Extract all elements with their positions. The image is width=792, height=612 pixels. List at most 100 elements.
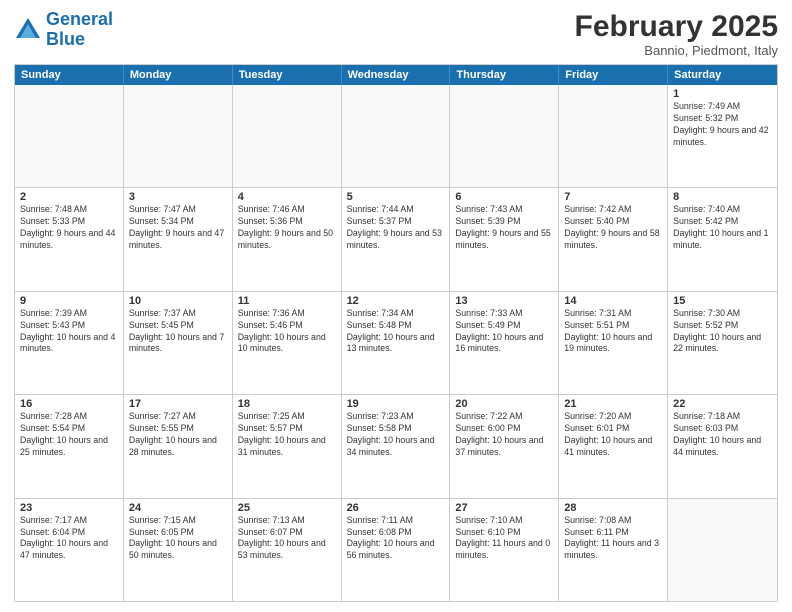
day-info: Sunrise: 7:11 AM Sunset: 6:08 PM Dayligh…	[347, 515, 445, 563]
logo: General Blue	[14, 10, 113, 50]
page: General Blue February 2025 Bannio, Piedm…	[0, 0, 792, 612]
day-cell-10: 10Sunrise: 7:37 AM Sunset: 5:45 PM Dayli…	[124, 292, 233, 394]
day-info: Sunrise: 7:36 AM Sunset: 5:46 PM Dayligh…	[238, 308, 336, 356]
day-number: 5	[347, 191, 445, 203]
header-day-wednesday: Wednesday	[342, 65, 451, 85]
day-cell-21: 21Sunrise: 7:20 AM Sunset: 6:01 PM Dayli…	[559, 395, 668, 497]
day-number: 6	[455, 191, 553, 203]
day-info: Sunrise: 7:33 AM Sunset: 5:49 PM Dayligh…	[455, 308, 553, 356]
day-cell-26: 26Sunrise: 7:11 AM Sunset: 6:08 PM Dayli…	[342, 499, 451, 601]
day-info: Sunrise: 7:23 AM Sunset: 5:58 PM Dayligh…	[347, 411, 445, 459]
calendar-week-4: 16Sunrise: 7:28 AM Sunset: 5:54 PM Dayli…	[15, 395, 777, 498]
day-cell-19: 19Sunrise: 7:23 AM Sunset: 5:58 PM Dayli…	[342, 395, 451, 497]
day-info: Sunrise: 7:37 AM Sunset: 5:45 PM Dayligh…	[129, 308, 227, 356]
day-cell-11: 11Sunrise: 7:36 AM Sunset: 5:46 PM Dayli…	[233, 292, 342, 394]
calendar-header: SundayMondayTuesdayWednesdayThursdayFrid…	[15, 65, 777, 85]
day-info: Sunrise: 7:44 AM Sunset: 5:37 PM Dayligh…	[347, 204, 445, 252]
day-info: Sunrise: 7:15 AM Sunset: 6:05 PM Dayligh…	[129, 515, 227, 563]
day-cell-13: 13Sunrise: 7:33 AM Sunset: 5:49 PM Dayli…	[450, 292, 559, 394]
day-info: Sunrise: 7:10 AM Sunset: 6:10 PM Dayligh…	[455, 515, 553, 563]
day-info: Sunrise: 7:27 AM Sunset: 5:55 PM Dayligh…	[129, 411, 227, 459]
day-number: 7	[564, 191, 662, 203]
day-cell-3: 3Sunrise: 7:47 AM Sunset: 5:34 PM Daylig…	[124, 188, 233, 290]
header: General Blue February 2025 Bannio, Piedm…	[14, 10, 778, 58]
empty-cell	[559, 85, 668, 187]
header-day-monday: Monday	[124, 65, 233, 85]
day-number: 25	[238, 502, 336, 514]
day-info: Sunrise: 7:40 AM Sunset: 5:42 PM Dayligh…	[673, 204, 772, 252]
day-cell-24: 24Sunrise: 7:15 AM Sunset: 6:05 PM Dayli…	[124, 499, 233, 601]
day-cell-28: 28Sunrise: 7:08 AM Sunset: 6:11 PM Dayli…	[559, 499, 668, 601]
empty-cell	[15, 85, 124, 187]
title-block: February 2025 Bannio, Piedmont, Italy	[575, 10, 778, 58]
header-day-sunday: Sunday	[15, 65, 124, 85]
day-info: Sunrise: 7:42 AM Sunset: 5:40 PM Dayligh…	[564, 204, 662, 252]
day-cell-6: 6Sunrise: 7:43 AM Sunset: 5:39 PM Daylig…	[450, 188, 559, 290]
header-day-thursday: Thursday	[450, 65, 559, 85]
day-cell-1: 1Sunrise: 7:49 AM Sunset: 5:32 PM Daylig…	[668, 85, 777, 187]
day-info: Sunrise: 7:39 AM Sunset: 5:43 PM Dayligh…	[20, 308, 118, 356]
day-info: Sunrise: 7:25 AM Sunset: 5:57 PM Dayligh…	[238, 411, 336, 459]
day-cell-17: 17Sunrise: 7:27 AM Sunset: 5:55 PM Dayli…	[124, 395, 233, 497]
day-info: Sunrise: 7:28 AM Sunset: 5:54 PM Dayligh…	[20, 411, 118, 459]
day-number: 23	[20, 502, 118, 514]
empty-cell	[342, 85, 451, 187]
day-number: 8	[673, 191, 772, 203]
day-info: Sunrise: 7:13 AM Sunset: 6:07 PM Dayligh…	[238, 515, 336, 563]
day-info: Sunrise: 7:17 AM Sunset: 6:04 PM Dayligh…	[20, 515, 118, 563]
day-cell-7: 7Sunrise: 7:42 AM Sunset: 5:40 PM Daylig…	[559, 188, 668, 290]
header-day-saturday: Saturday	[668, 65, 777, 85]
day-number: 18	[238, 398, 336, 410]
day-cell-14: 14Sunrise: 7:31 AM Sunset: 5:51 PM Dayli…	[559, 292, 668, 394]
day-number: 9	[20, 295, 118, 307]
day-cell-12: 12Sunrise: 7:34 AM Sunset: 5:48 PM Dayli…	[342, 292, 451, 394]
calendar: SundayMondayTuesdayWednesdayThursdayFrid…	[14, 64, 778, 602]
day-cell-9: 9Sunrise: 7:39 AM Sunset: 5:43 PM Daylig…	[15, 292, 124, 394]
day-number: 3	[129, 191, 227, 203]
location-subtitle: Bannio, Piedmont, Italy	[575, 43, 778, 58]
day-info: Sunrise: 7:49 AM Sunset: 5:32 PM Dayligh…	[673, 101, 772, 149]
day-cell-5: 5Sunrise: 7:44 AM Sunset: 5:37 PM Daylig…	[342, 188, 451, 290]
day-number: 19	[347, 398, 445, 410]
calendar-week-2: 2Sunrise: 7:48 AM Sunset: 5:33 PM Daylig…	[15, 188, 777, 291]
day-cell-2: 2Sunrise: 7:48 AM Sunset: 5:33 PM Daylig…	[15, 188, 124, 290]
day-info: Sunrise: 7:08 AM Sunset: 6:11 PM Dayligh…	[564, 515, 662, 563]
day-number: 27	[455, 502, 553, 514]
calendar-body: 1Sunrise: 7:49 AM Sunset: 5:32 PM Daylig…	[15, 85, 777, 601]
day-number: 22	[673, 398, 772, 410]
day-cell-4: 4Sunrise: 7:46 AM Sunset: 5:36 PM Daylig…	[233, 188, 342, 290]
day-cell-23: 23Sunrise: 7:17 AM Sunset: 6:04 PM Dayli…	[15, 499, 124, 601]
day-cell-18: 18Sunrise: 7:25 AM Sunset: 5:57 PM Dayli…	[233, 395, 342, 497]
day-number: 11	[238, 295, 336, 307]
logo-text: General Blue	[46, 10, 113, 50]
logo-general: General	[46, 9, 113, 29]
day-number: 10	[129, 295, 227, 307]
empty-cell	[233, 85, 342, 187]
day-number: 12	[347, 295, 445, 307]
empty-cell	[124, 85, 233, 187]
day-info: Sunrise: 7:34 AM Sunset: 5:48 PM Dayligh…	[347, 308, 445, 356]
day-number: 4	[238, 191, 336, 203]
calendar-week-1: 1Sunrise: 7:49 AM Sunset: 5:32 PM Daylig…	[15, 85, 777, 188]
header-day-friday: Friday	[559, 65, 668, 85]
calendar-week-5: 23Sunrise: 7:17 AM Sunset: 6:04 PM Dayli…	[15, 499, 777, 601]
day-info: Sunrise: 7:48 AM Sunset: 5:33 PM Dayligh…	[20, 204, 118, 252]
day-cell-22: 22Sunrise: 7:18 AM Sunset: 6:03 PM Dayli…	[668, 395, 777, 497]
day-info: Sunrise: 7:47 AM Sunset: 5:34 PM Dayligh…	[129, 204, 227, 252]
day-info: Sunrise: 7:18 AM Sunset: 6:03 PM Dayligh…	[673, 411, 772, 459]
day-info: Sunrise: 7:43 AM Sunset: 5:39 PM Dayligh…	[455, 204, 553, 252]
day-cell-27: 27Sunrise: 7:10 AM Sunset: 6:10 PM Dayli…	[450, 499, 559, 601]
empty-cell	[450, 85, 559, 187]
day-number: 13	[455, 295, 553, 307]
day-cell-25: 25Sunrise: 7:13 AM Sunset: 6:07 PM Dayli…	[233, 499, 342, 601]
day-info: Sunrise: 7:22 AM Sunset: 6:00 PM Dayligh…	[455, 411, 553, 459]
day-number: 2	[20, 191, 118, 203]
day-info: Sunrise: 7:20 AM Sunset: 6:01 PM Dayligh…	[564, 411, 662, 459]
day-info: Sunrise: 7:31 AM Sunset: 5:51 PM Dayligh…	[564, 308, 662, 356]
day-number: 20	[455, 398, 553, 410]
month-title: February 2025	[575, 10, 778, 43]
day-cell-15: 15Sunrise: 7:30 AM Sunset: 5:52 PM Dayli…	[668, 292, 777, 394]
day-number: 16	[20, 398, 118, 410]
day-number: 21	[564, 398, 662, 410]
day-cell-8: 8Sunrise: 7:40 AM Sunset: 5:42 PM Daylig…	[668, 188, 777, 290]
